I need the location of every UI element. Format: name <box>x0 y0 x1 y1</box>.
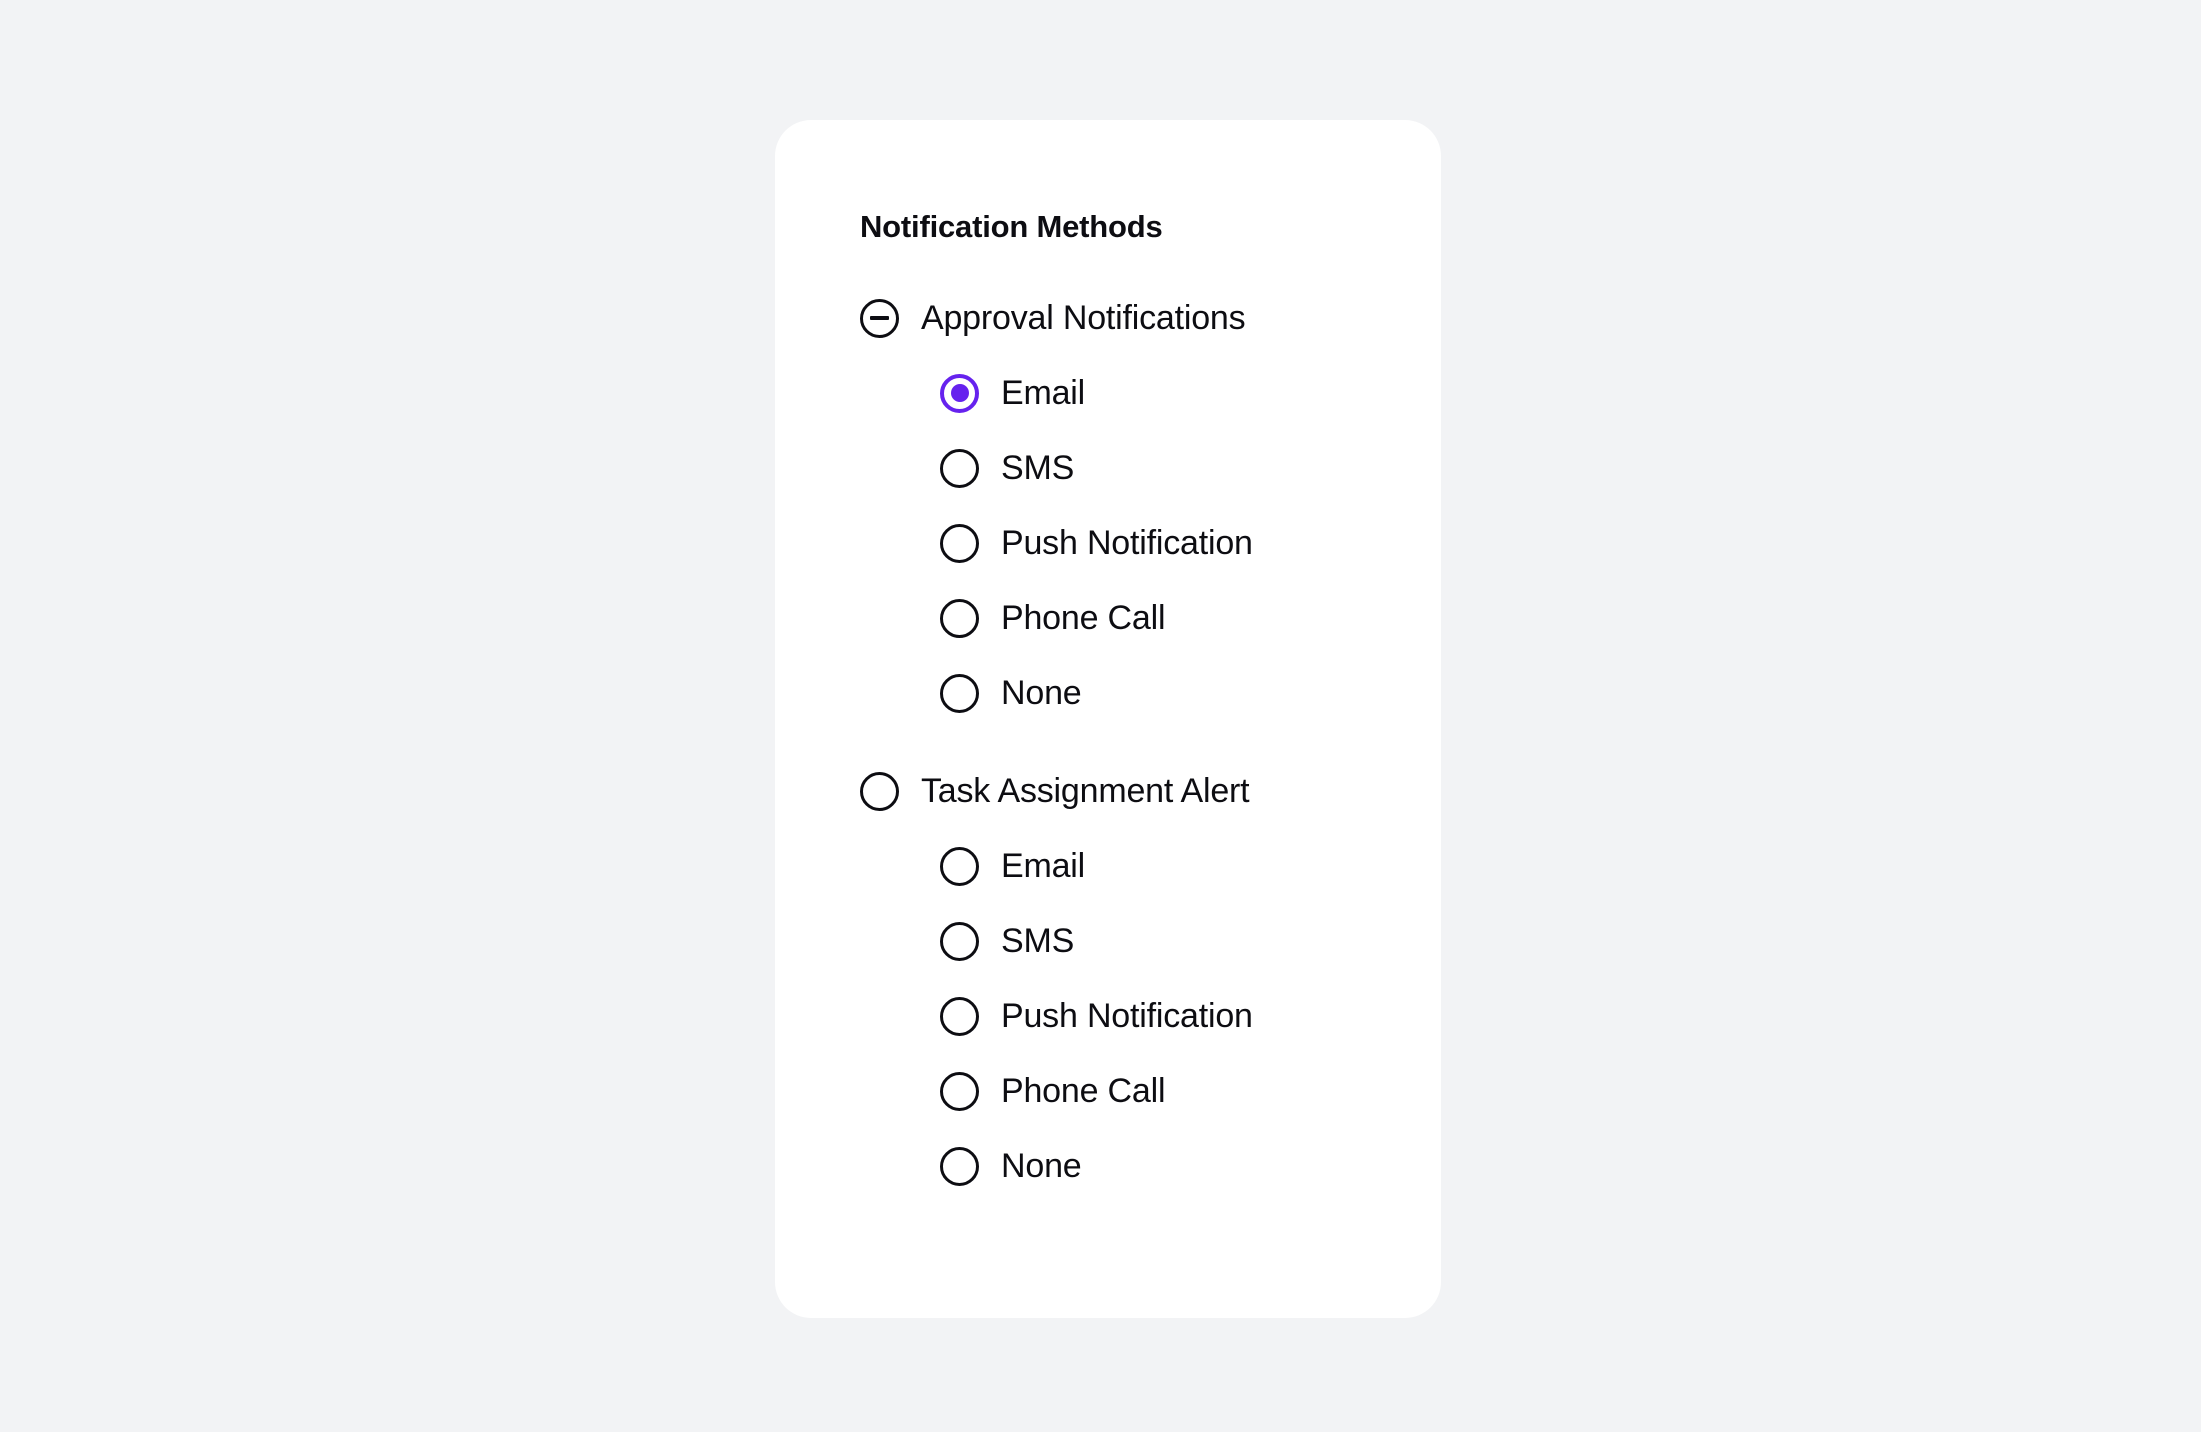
option-label: Phone Call <box>1001 599 1166 638</box>
radio-selected-icon[interactable] <box>940 373 979 413</box>
option-row[interactable]: SMS <box>775 436 1441 500</box>
group-header-approval-notifications[interactable]: Approval Notifications <box>775 287 1441 349</box>
radio-unchecked-icon[interactable] <box>940 448 979 488</box>
radio-unchecked-icon[interactable] <box>940 523 979 563</box>
radio-unchecked-icon[interactable] <box>940 996 979 1036</box>
option-label: None <box>1001 1147 1082 1186</box>
option-label: None <box>1001 674 1082 713</box>
option-row[interactable]: Email <box>775 834 1441 898</box>
option-row[interactable]: Push Notification <box>775 984 1441 1048</box>
option-row[interactable]: None <box>775 1134 1441 1198</box>
option-label: Phone Call <box>1001 1072 1166 1111</box>
minus-circle-icon[interactable] <box>860 298 899 338</box>
option-row[interactable]: Phone Call <box>775 586 1441 650</box>
notification-group-task-assignment-alert: Task Assignment Alert Email SMS Push Not… <box>775 760 1441 1198</box>
radio-unchecked-icon[interactable] <box>940 1071 979 1111</box>
radio-unchecked-icon[interactable] <box>940 1146 979 1186</box>
radio-unchecked-icon[interactable] <box>940 921 979 961</box>
option-row[interactable]: SMS <box>775 909 1441 973</box>
option-list-approval-notifications: Email SMS Push Notification Phone Call N… <box>775 361 1441 725</box>
notification-group-approval-notifications: Approval Notifications Email SMS Push No… <box>775 287 1441 725</box>
option-row[interactable]: Push Notification <box>775 511 1441 575</box>
radio-unchecked-icon[interactable] <box>940 598 979 638</box>
notification-groups-list: Approval Notifications Email SMS Push No… <box>775 287 1441 1198</box>
option-label: Email <box>1001 847 1086 886</box>
radio-unchecked-icon[interactable] <box>860 771 899 811</box>
option-label: SMS <box>1001 922 1075 961</box>
notification-methods-card: Notification Methods Approval Notificati… <box>775 120 1441 1318</box>
option-label: Push Notification <box>1001 524 1253 563</box>
group-label: Task Assignment Alert <box>921 772 1250 811</box>
option-row[interactable]: None <box>775 661 1441 725</box>
radio-unchecked-icon[interactable] <box>940 673 979 713</box>
option-list-task-assignment-alert: Email SMS Push Notification Phone Call N… <box>775 834 1441 1198</box>
option-row[interactable]: Email <box>775 361 1441 425</box>
card-content: Notification Methods Approval Notificati… <box>775 120 1441 1198</box>
option-label: Push Notification <box>1001 997 1253 1036</box>
option-label: SMS <box>1001 449 1075 488</box>
page-root: Notification Methods Approval Notificati… <box>0 0 2201 1432</box>
group-header-task-assignment-alert[interactable]: Task Assignment Alert <box>775 760 1441 822</box>
radio-unchecked-icon[interactable] <box>940 846 979 886</box>
page-title: Notification Methods <box>860 209 1163 244</box>
option-row[interactable]: Phone Call <box>775 1059 1441 1123</box>
group-label: Approval Notifications <box>921 299 1246 338</box>
option-label: Email <box>1001 374 1086 413</box>
